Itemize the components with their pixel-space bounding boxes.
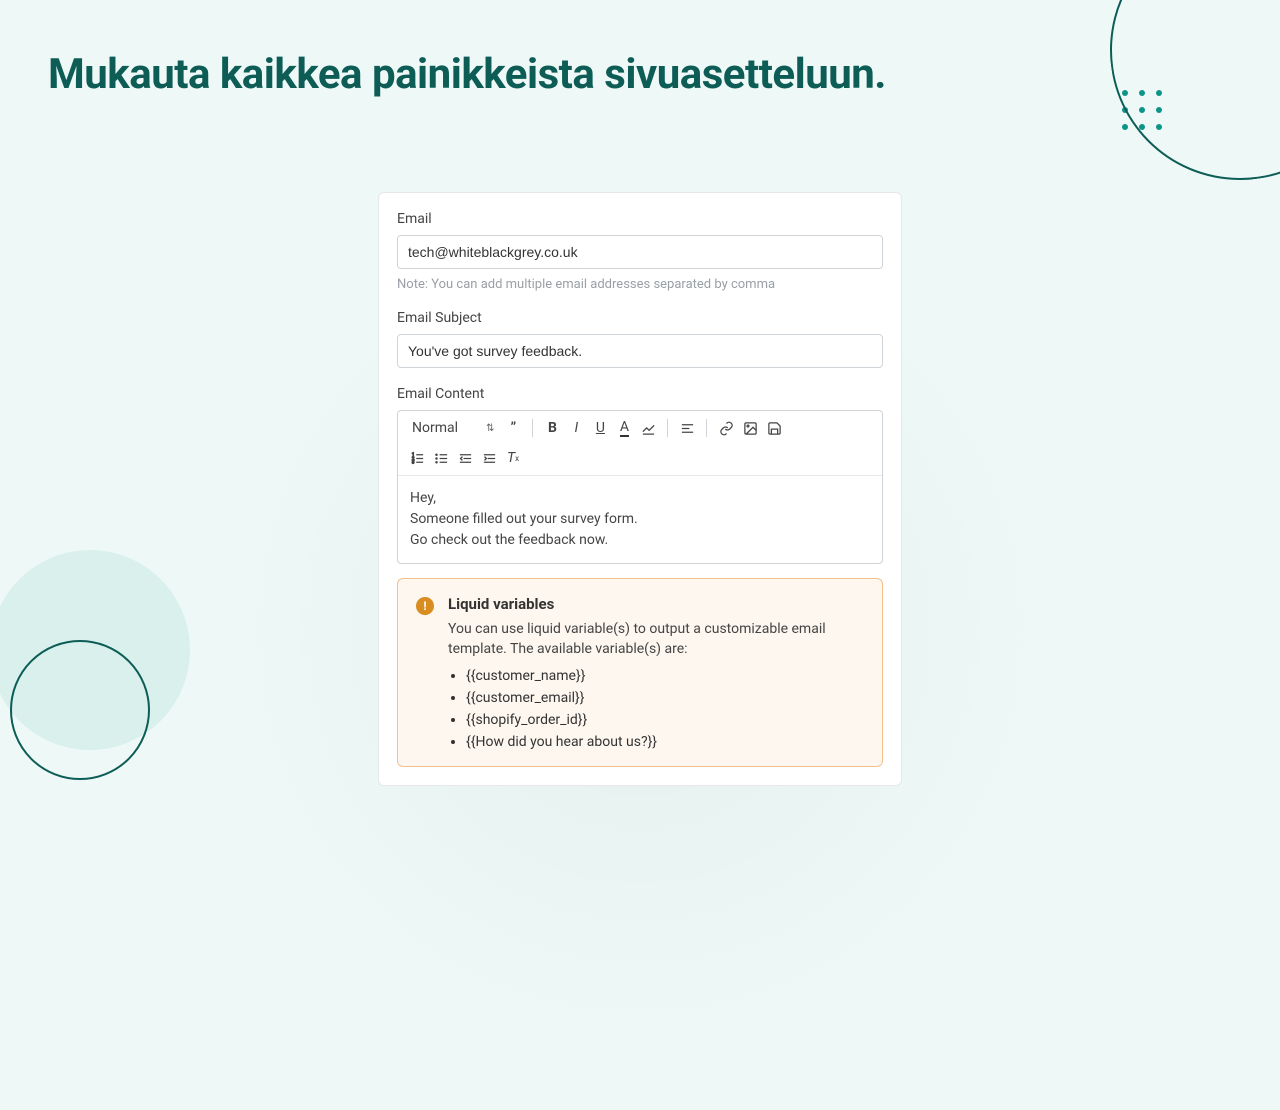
decorative-circle (10, 640, 150, 780)
underline-button[interactable]: U (589, 417, 611, 439)
variable-item: {{customer_name}} (466, 668, 864, 684)
variable-item: {{How did you hear about us?}} (466, 734, 864, 750)
font-style-label: Normal (412, 420, 458, 436)
toolbar-separator (532, 419, 533, 437)
toolbar-separator (667, 419, 668, 437)
subject-input[interactable] (397, 334, 883, 368)
content-label: Email Content (397, 386, 883, 402)
text-color-button[interactable]: A (613, 417, 635, 439)
decorative-arc (1093, 0, 1280, 197)
email-settings-card: Email Note: You can add multiple email a… (378, 192, 902, 786)
subject-field-block: Email Subject (397, 310, 883, 368)
variable-item: {{customer_email}} (466, 690, 864, 706)
warning-icon: ! (416, 597, 434, 615)
rich-text-editor: Normal ⇅ ” B I U A (397, 410, 883, 564)
email-label: Email (397, 211, 883, 227)
toolbar-separator (706, 419, 707, 437)
highlight-button[interactable] (637, 417, 659, 439)
image-button[interactable] (739, 417, 761, 439)
email-field-block: Email Note: You can add multiple email a… (397, 211, 883, 292)
subject-label: Email Subject (397, 310, 883, 326)
indent-button[interactable] (478, 447, 500, 469)
italic-button[interactable]: I (565, 417, 587, 439)
outdent-button[interactable] (454, 447, 476, 469)
bold-button[interactable]: B (541, 417, 563, 439)
svg-text:3: 3 (411, 460, 414, 465)
info-title: Liquid variables (448, 595, 864, 613)
info-description: You can use liquid variable(s) to output… (448, 619, 864, 660)
editor-content[interactable]: Hey, Someone filled out your survey form… (398, 476, 882, 563)
email-input[interactable] (397, 235, 883, 269)
align-button[interactable] (676, 417, 698, 439)
save-button[interactable] (763, 417, 785, 439)
caret-icon: ⇅ (486, 423, 494, 434)
liquid-variables-info: ! Liquid variables You can use liquid va… (397, 578, 883, 767)
clear-format-button[interactable]: Tx (502, 447, 524, 469)
content-field-block: Email Content Normal ⇅ ” B I U A (397, 386, 883, 564)
content-line: Someone filled out your survey form. (410, 509, 870, 530)
content-line: Go check out the feedback now. (410, 530, 870, 551)
unordered-list-button[interactable] (430, 447, 452, 469)
blockquote-button[interactable]: ” (502, 417, 524, 439)
page-headline: Mukauta kaikkea painikkeista sivuasettel… (48, 50, 886, 99)
info-content: Liquid variables You can use liquid vari… (448, 595, 864, 756)
content-line: Hey, (410, 488, 870, 509)
ordered-list-button[interactable]: 123 (406, 447, 428, 469)
editor-toolbar: Normal ⇅ ” B I U A (398, 411, 882, 476)
variables-list: {{customer_name}} {{customer_email}} {{s… (448, 668, 864, 750)
email-hint: Note: You can add multiple email address… (397, 277, 883, 292)
font-style-select[interactable]: Normal ⇅ (406, 418, 500, 438)
link-button[interactable] (715, 417, 737, 439)
